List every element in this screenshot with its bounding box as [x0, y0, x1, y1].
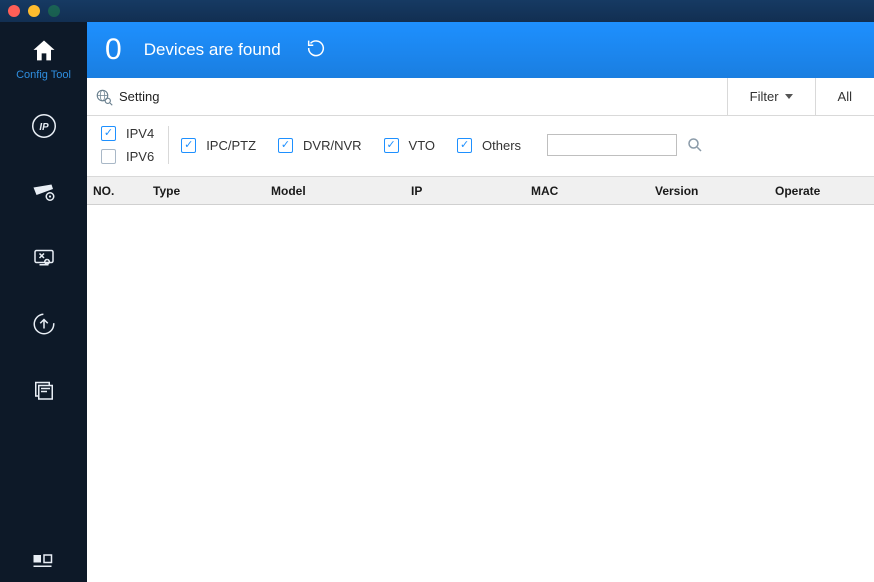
- others-label: Others: [482, 138, 521, 153]
- setting-button[interactable]: Setting: [87, 78, 727, 115]
- home-icon: [30, 37, 58, 65]
- dvr-label: DVR/NVR: [303, 138, 362, 153]
- device-count: 0: [105, 33, 122, 67]
- vto-label: VTO: [409, 138, 436, 153]
- checkbox-dvr-nvr[interactable]: ✓ DVR/NVR: [278, 138, 362, 153]
- sidebar: Config Tool IP: [0, 22, 87, 582]
- search-button[interactable]: [685, 135, 705, 155]
- sidebar-item-template[interactable]: [0, 360, 87, 420]
- table-body: [87, 205, 874, 582]
- ipv4-label: IPV4: [126, 126, 154, 141]
- table-header: NO. Type Model IP MAC Version Operate: [87, 177, 874, 205]
- camera-gear-icon: [29, 177, 59, 207]
- sidebar-home-label: Config Tool: [16, 69, 71, 81]
- sidebar-item-layout[interactable]: [0, 546, 87, 576]
- toolbar: Setting Filter All: [87, 78, 874, 116]
- checkbox-ipv6[interactable]: IPV6: [101, 149, 154, 164]
- checkbox-ipv4[interactable]: ✓ IPV4: [101, 126, 154, 141]
- filter-label: Filter: [750, 89, 779, 104]
- col-model[interactable]: Model: [265, 184, 405, 198]
- layout-grid-icon: [29, 546, 59, 576]
- ipv6-label: IPV6: [126, 149, 154, 164]
- main-panel: 0 Devices are found Setting: [87, 22, 874, 582]
- sidebar-item-tools[interactable]: [0, 228, 87, 288]
- window-maximize-icon[interactable]: [48, 5, 60, 17]
- setting-label: Setting: [119, 89, 159, 104]
- window-close-icon[interactable]: [8, 5, 20, 17]
- window-minimize-icon[interactable]: [28, 5, 40, 17]
- col-mac[interactable]: MAC: [525, 184, 649, 198]
- sidebar-item-upgrade[interactable]: [0, 294, 87, 354]
- all-label: All: [838, 89, 852, 104]
- col-no[interactable]: NO.: [87, 184, 147, 198]
- page-title: Devices are found: [144, 40, 281, 60]
- sidebar-item-ip[interactable]: IP: [0, 96, 87, 156]
- filter-dropdown[interactable]: Filter: [727, 78, 815, 115]
- template-docs-icon: [29, 375, 59, 405]
- col-version[interactable]: Version: [649, 184, 769, 198]
- upgrade-arrow-icon: [29, 309, 59, 339]
- checkbox-others[interactable]: ✓ Others: [457, 138, 521, 153]
- header-bar: 0 Devices are found: [87, 22, 874, 78]
- sidebar-item-camera[interactable]: [0, 162, 87, 222]
- col-ip[interactable]: IP: [405, 184, 525, 198]
- checkbox-ipc-ptz[interactable]: ✓ IPC/PTZ: [181, 138, 256, 153]
- chevron-down-icon: [785, 94, 793, 99]
- search-icon: [686, 136, 704, 154]
- window-titlebar: [0, 0, 874, 22]
- search-input[interactable]: [547, 134, 677, 156]
- col-type[interactable]: Type: [147, 184, 265, 198]
- ipc-label: IPC/PTZ: [206, 138, 256, 153]
- filter-row: ✓ IPV4 IPV6 ✓ IPC/PTZ ✓ DVR/NVR ✓: [87, 116, 874, 177]
- checkbox-vto[interactable]: ✓ VTO: [384, 138, 436, 153]
- refresh-icon: [305, 37, 327, 59]
- svg-text:IP: IP: [39, 122, 49, 133]
- ip-circle-icon: IP: [29, 111, 59, 141]
- globe-search-icon: [95, 88, 113, 106]
- refresh-button[interactable]: [305, 37, 327, 64]
- sidebar-item-home[interactable]: Config Tool: [0, 28, 87, 90]
- tools-monitor-icon: [29, 243, 59, 273]
- col-operate[interactable]: Operate: [769, 184, 874, 198]
- all-button[interactable]: All: [815, 78, 874, 115]
